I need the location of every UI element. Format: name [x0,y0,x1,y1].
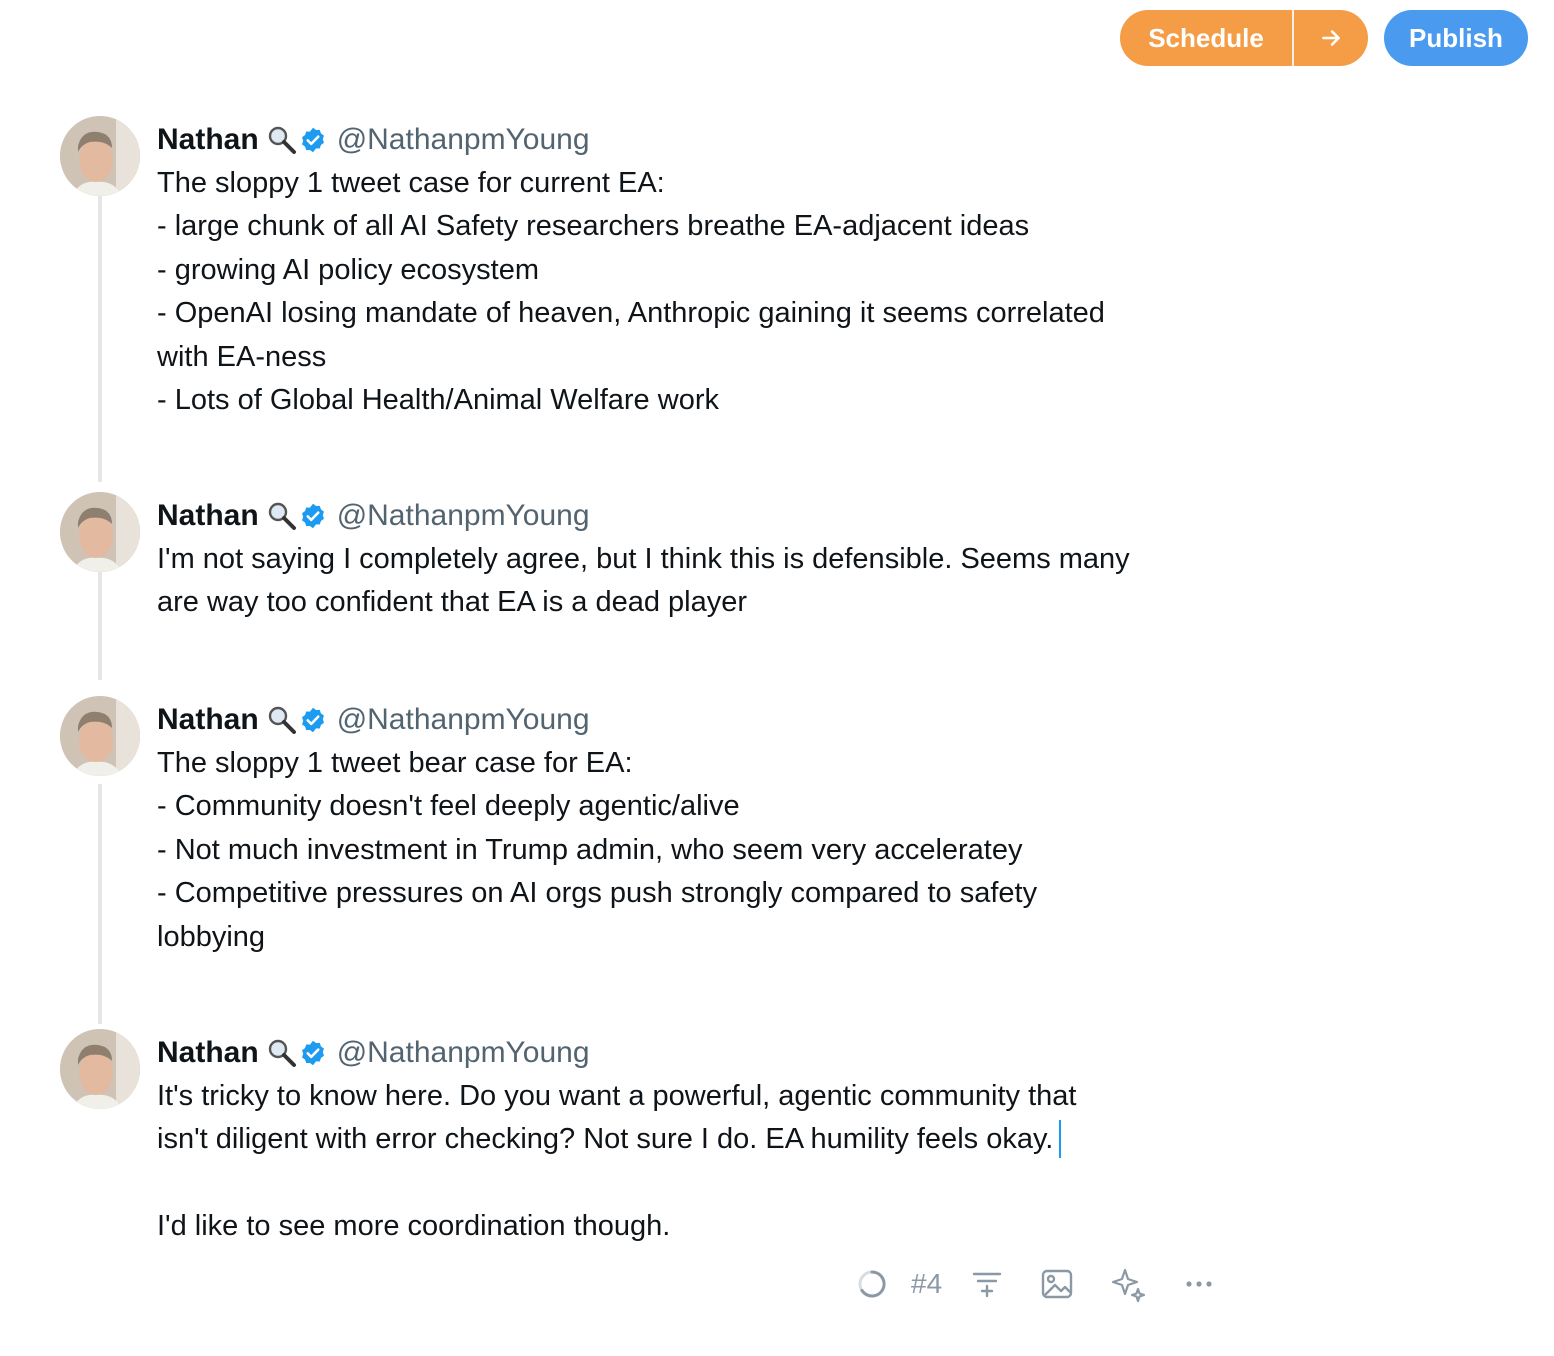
author-handle: @NathanpmYoung [336,123,590,156]
tweet-body: Nathan @NathanpmYoung The sloppy 1 tweet… [157,116,1197,422]
text-line: I'm not saying I completely agree, but I… [157,543,1130,575]
text-line [157,1162,1197,1205]
sparkle-icon[interactable] [1110,1265,1148,1303]
text-line: The sloppy 1 tweet case for current EA: [157,167,665,199]
tweet-body: Nathan @NathanpmYoung I'm not saying I c… [157,492,1197,625]
tweet-text[interactable]: I'm not saying I completely agree, but I… [157,538,1197,625]
verified-badge-icon [299,1039,327,1067]
avatar [60,116,140,196]
tweet-body: Nathan @NathanpmYoung It's tricky to kno… [157,1029,1197,1249]
text-line: - growing AI policy ecosystem [157,253,539,286]
tweet-text[interactable]: The sloppy 1 tweet bear case for EA: - C… [157,742,1197,959]
publish-button[interactable]: Publish [1384,10,1528,66]
text-line: - Not much investment in Trump admin, wh… [157,833,1023,866]
text-line: The sloppy 1 tweet bear case for EA: [157,747,633,779]
author-name: Nathan [157,1036,259,1069]
image-icon[interactable] [1040,1267,1074,1301]
tweet-editor[interactable]: It's tricky to know here. Do you want a … [157,1075,1197,1249]
text-line: lobbying [157,920,266,953]
author-handle: @NathanpmYoung [336,703,590,736]
magnifier-icon [267,501,297,531]
text-line-content: isn't diligent with error checking? Not … [157,1123,1054,1156]
tweet-header: Nathan @NathanpmYoung [157,1031,1197,1075]
thread-connector [98,784,102,1024]
tweet-header: Nathan @NathanpmYoung [157,698,1197,742]
magnifier-icon [267,125,297,155]
schedule-button[interactable]: Schedule [1120,10,1292,66]
text-line: - large chunk of all AI Safety researche… [157,210,1030,243]
text-line: - Community doesn't feel deeply agentic/… [157,790,740,823]
text-line: - OpenAI losing mandate of heaven, Anthr… [157,297,1105,330]
tweet-number: #4 [911,1268,943,1299]
tweet-header: Nathan @NathanpmYoung [157,494,1197,538]
thread-connector [98,196,102,482]
text-line: It's tricky to know here. Do you want a … [157,1080,1077,1112]
text-cursor [1059,1119,1062,1158]
schedule-arrow-button[interactable] [1292,10,1368,66]
magnifier-icon [267,1038,297,1068]
text-line: I'd like to see more coordination though… [157,1210,671,1243]
tweet-body: Nathan @NathanpmYoung The sloppy 1 tweet… [157,696,1197,959]
avatar [60,696,140,776]
editor-toolbar: #4 [855,1262,1238,1306]
text-line: with EA-ness [157,340,327,373]
avatar [60,492,140,572]
thread-connector [98,572,102,680]
schedule-group: Schedule [1120,10,1368,66]
author-handle: @NathanpmYoung [336,1036,590,1069]
author-handle: @NathanpmYoung [336,499,590,532]
more-icon[interactable] [1182,1267,1216,1301]
magnifier-icon [267,705,297,735]
verified-badge-icon [299,706,327,734]
top-actions: Schedule Publish [1120,10,1528,66]
author-name: Nathan [157,123,259,156]
avatar [60,1029,140,1109]
text-line: isn't diligent with error checking? Not … [157,1118,1197,1161]
progress-ring-icon [855,1267,889,1301]
tweet-header: Nathan @NathanpmYoung [157,118,1197,162]
arrow-right-icon [1322,30,1340,46]
tweet-text[interactable]: The sloppy 1 tweet case for current EA: … [157,162,1197,422]
author-name: Nathan [157,499,259,532]
text-line: - Competitive pressures on AI orgs push … [157,877,1038,910]
verified-badge-icon [299,126,327,154]
insert-divider-icon[interactable] [970,1267,1004,1301]
verified-badge-icon [299,502,327,530]
text-line: - Lots of Global Health/Animal Welfare w… [157,384,719,417]
author-name: Nathan [157,703,259,736]
text-line: are way too confident that EA is a dead … [157,586,748,619]
